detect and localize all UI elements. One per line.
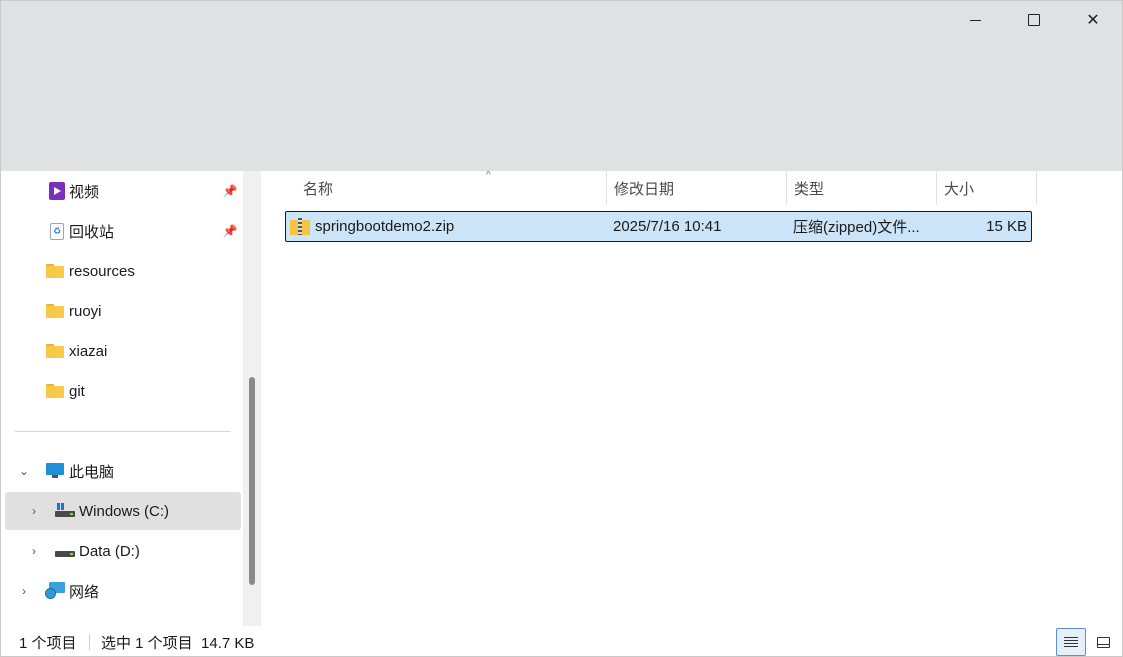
sidebar-item-videos[interactable]: 视频 📌: [5, 172, 241, 210]
status-divider: [89, 634, 90, 650]
file-row[interactable]: springbootdemo2.zip 2025/7/16 10:41 压缩(z…: [285, 211, 1032, 242]
large-icons-view-button[interactable]: [1088, 628, 1118, 656]
title-toolbar-area: ✕: [1, 1, 1122, 171]
sidebar-item-label: resources: [69, 262, 135, 280]
file-size: 15 KB: [986, 217, 1027, 235]
recycle-bin-icon: ♻: [47, 222, 67, 240]
zip-file-icon: [290, 212, 310, 240]
file-explorer-window: ✕ 视频 📌 ♻ 回收站 📌 resources ruoyi xiazai gi…: [0, 0, 1123, 657]
maximize-icon: [1028, 14, 1040, 26]
file-modified: 2025/7/16 10:41: [613, 217, 722, 235]
sidebar-item-recycle-bin[interactable]: ♻ 回收站 📌: [5, 212, 241, 250]
column-divider[interactable]: [936, 171, 937, 205]
column-header-label: 名称: [303, 180, 334, 198]
sidebar-item-label: git: [69, 382, 85, 400]
file-type: 压缩(zipped)文件...: [793, 218, 920, 236]
status-bar: 1 个项目 选中 1 个项目 14.7 KB: [1, 626, 1122, 656]
column-header-type[interactable]: 类型: [794, 171, 934, 205]
sidebar-item-label: 网络: [69, 583, 100, 601]
computer-icon: [45, 462, 65, 480]
column-header-modified[interactable]: 修改日期: [614, 171, 784, 205]
sidebar-item-label: 视频: [69, 183, 100, 201]
pin-icon[interactable]: 📌: [223, 184, 238, 198]
sidebar-item-xiazai[interactable]: xiazai: [5, 332, 241, 370]
navigation-pane: 视频 📌 ♻ 回收站 📌 resources ruoyi xiazai git …: [1, 171, 243, 626]
large-icons-view-icon: [1096, 636, 1110, 648]
close-icon: ✕: [1086, 12, 1100, 29]
sort-ascending-icon: ^: [486, 170, 491, 181]
file-list-pane: 名称 ^ 修改日期 类型 大小 springbootdemo2.zip 2025…: [263, 170, 1122, 626]
close-button[interactable]: ✕: [1064, 3, 1122, 37]
sidebar-item-label: Windows (C:): [79, 502, 170, 520]
chevron-right-icon[interactable]: ›: [17, 584, 31, 598]
column-header-label: 类型: [794, 180, 825, 198]
drive-icon: [55, 542, 75, 560]
chevron-right-icon[interactable]: ›: [27, 504, 41, 518]
sidebar-item-resources[interactable]: resources: [5, 252, 241, 290]
pin-icon[interactable]: 📌: [223, 224, 238, 238]
column-divider[interactable]: [1036, 171, 1037, 205]
column-header-name[interactable]: 名称 ^: [303, 170, 603, 205]
item-count: 1 个项目: [19, 635, 77, 652]
video-icon: [47, 182, 67, 200]
sidebar-item-drive-c[interactable]: › Windows (C:): [5, 492, 241, 530]
sidebar-item-git[interactable]: git: [5, 372, 241, 410]
sidebar-divider: [15, 431, 231, 432]
folder-icon: [45, 382, 65, 400]
sidebar-item-network[interactable]: › 网络: [5, 572, 241, 610]
minimize-icon: [969, 19, 981, 21]
sidebar-item-label: ruoyi: [69, 302, 102, 320]
sidebar-item-this-pc[interactable]: ⌄ 此电脑: [5, 452, 241, 490]
network-icon: [45, 582, 65, 600]
folder-icon: [45, 342, 65, 360]
column-divider[interactable]: [786, 171, 787, 205]
sidebar-item-label: 此电脑: [69, 463, 115, 481]
folder-icon: [45, 262, 65, 280]
chevron-down-icon[interactable]: ⌄: [17, 464, 31, 478]
details-view-icon: [1064, 637, 1078, 647]
windows-drive-icon: [55, 502, 75, 520]
maximize-button[interactable]: [1005, 3, 1063, 37]
file-name: springbootdemo2.zip: [315, 217, 455, 235]
details-view-button[interactable]: [1056, 628, 1086, 656]
chevron-right-icon[interactable]: ›: [27, 544, 41, 558]
sidebar-scrollbar-thumb[interactable]: [249, 377, 255, 585]
sidebar-item-drive-d[interactable]: › Data (D:): [5, 532, 241, 570]
sidebar-item-label: Data (D:): [79, 542, 140, 560]
sidebar-item-label: 回收站: [69, 223, 115, 241]
column-divider[interactable]: [606, 171, 607, 205]
folder-icon: [45, 302, 65, 320]
sidebar-item-ruoyi[interactable]: ruoyi: [5, 292, 241, 330]
selection-info: 选中 1 个项目 14.7 KB: [101, 635, 255, 652]
column-header-label: 修改日期: [614, 180, 675, 198]
sidebar-item-label: xiazai: [69, 342, 108, 360]
minimize-button[interactable]: [946, 3, 1004, 37]
column-header-label: 大小: [944, 180, 975, 198]
column-header-size[interactable]: 大小: [944, 171, 1034, 205]
